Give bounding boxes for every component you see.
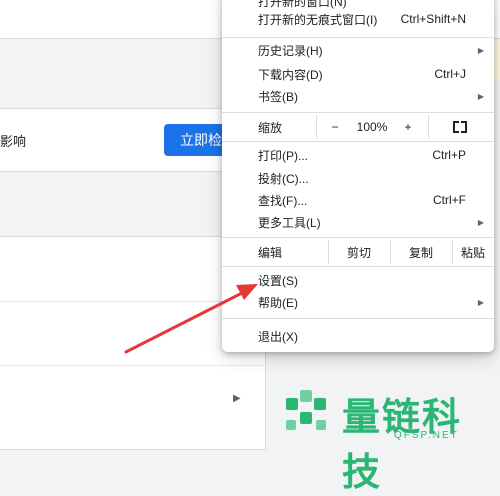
menu-item-downloads[interactable]: 下载内容(D) Ctrl+J (222, 63, 494, 85)
menu-separator (222, 141, 494, 142)
menu-item-label: 更多工具(L) (258, 215, 321, 230)
watermark-brand: 量链科技 (342, 395, 463, 494)
list-divider (0, 365, 265, 366)
copy-button[interactable]: 复制 (390, 240, 452, 264)
edit-label: 编辑 (258, 245, 283, 260)
watermark-emblem-icon (286, 390, 326, 430)
zoom-level: 100% (356, 120, 388, 134)
submenu-arrow-icon: ▶ (477, 45, 484, 55)
menu-item-more-tools[interactable]: 更多工具(L) ▶ (222, 211, 494, 233)
zoom-divider (428, 115, 429, 139)
menu-separator (222, 237, 494, 238)
cut-button[interactable]: 剪切 (328, 240, 390, 264)
menu-item-label: 打开新的无痕式窗口(I) (258, 12, 378, 27)
menu-separator (222, 37, 494, 38)
submenu-arrow-icon: ▶ (477, 217, 484, 227)
menu-item-label: 历史记录(H) (258, 43, 323, 58)
zoom-divider (316, 115, 317, 139)
menu-item-label: 下载内容(D) (258, 67, 323, 82)
menu-item-settings[interactable]: 设置(S) (222, 269, 494, 291)
menu-item-label: 退出(X) (258, 329, 298, 344)
menu-item-find[interactable]: 查找(F)... Ctrl+F (222, 189, 494, 211)
menu-item-cast[interactable]: 投射(C)... (222, 167, 494, 189)
chrome-main-menu: 打开新的窗口(N) 打开新的无痕式窗口(I) Ctrl+Shift+N 历史记录… (222, 0, 494, 352)
fullscreen-button[interactable] (446, 115, 474, 139)
menu-item-help[interactable]: 帮助(E) ▶ (222, 291, 494, 313)
submenu-arrow-icon: ▶ (477, 297, 484, 307)
menu-shortcut: Ctrl+F (433, 193, 466, 207)
zoom-row: 缩放 − 100% + (222, 115, 494, 139)
safety-check-text: 影响 (0, 134, 27, 149)
menu-separator (222, 318, 494, 319)
edit-row: 编辑 剪切 复制 粘贴 (222, 240, 494, 264)
menu-item-incognito[interactable]: 打开新的无痕式窗口(I) Ctrl+Shift+N (222, 8, 494, 30)
fullscreen-icon (453, 121, 467, 133)
menu-shortcut: Ctrl+P (432, 148, 466, 162)
menu-item-label: 帮助(E) (258, 295, 298, 310)
menu-item-label: 查找(F)... (258, 193, 308, 208)
menu-shortcut: Ctrl+J (434, 67, 466, 81)
menu-item-label: 书签(B) (258, 89, 298, 104)
menu-separator (222, 266, 494, 267)
watermark-domain: QFSP.NET (394, 430, 459, 441)
zoom-label: 缩放 (258, 120, 283, 135)
menu-shortcut: Ctrl+Shift+N (400, 12, 466, 26)
menu-item-label: 打印(P)... (258, 148, 308, 163)
menu-item-label: 投射(C)... (258, 171, 309, 186)
menu-item-label: 设置(S) (258, 273, 298, 288)
chevron-right-icon[interactable]: ▶ (233, 393, 241, 404)
paste-button[interactable]: 粘贴 (452, 240, 494, 264)
zoom-out-button[interactable]: − (322, 115, 348, 139)
watermark-logo: 量链科技 QFSP.NET (282, 384, 498, 494)
menu-item-history[interactable]: 历史记录(H) ▶ (222, 39, 494, 61)
zoom-in-button[interactable]: + (396, 115, 420, 139)
menu-separator (222, 112, 494, 113)
menu-item-bookmarks[interactable]: 书签(B) ▶ (222, 85, 494, 107)
menu-item-print[interactable]: 打印(P)... Ctrl+P (222, 144, 494, 166)
submenu-arrow-icon: ▶ (477, 91, 484, 101)
menu-item-exit[interactable]: 退出(X) (222, 325, 494, 347)
